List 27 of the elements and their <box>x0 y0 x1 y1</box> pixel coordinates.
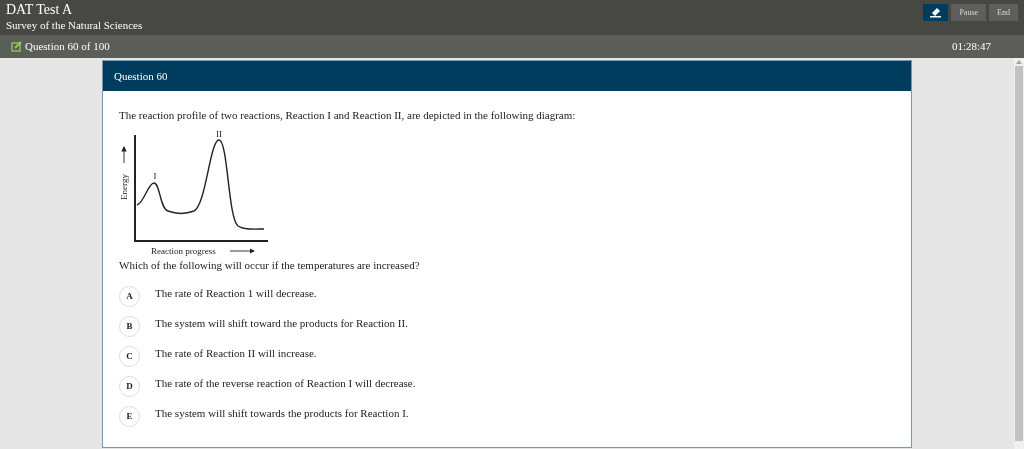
question-counter: Question 60 of 100 <box>25 39 110 55</box>
peak-label: II <box>216 129 222 139</box>
eraser-icon <box>929 7 943 18</box>
highlight-button[interactable] <box>923 4 949 21</box>
exam-subtitle: Survey of the Natural Sciences <box>6 18 143 33</box>
question-heading: Question 60 <box>114 68 168 84</box>
answer-choice[interactable]: C <box>119 346 140 367</box>
question-prompt: Which of the following will occur if the temperatures are increased? <box>119 258 421 272</box>
timer: 01:28:47 <box>951 39 992 55</box>
edit-icon <box>11 41 22 52</box>
scroll-thumb[interactable] <box>1015 66 1023 441</box>
answer-choice[interactable]: B <box>119 316 140 337</box>
answer-choice[interactable]: A <box>119 286 140 307</box>
answer-text: The system will shift towards the products for Reaction I. <box>155 406 409 420</box>
exam-title: DAT Test A <box>6 2 74 18</box>
answer-choice[interactable]: E <box>119 406 140 427</box>
toolbar-button[interactable]: End <box>989 4 1018 21</box>
answer-choice[interactable]: D <box>119 376 140 397</box>
question-text: The reaction profile of two reactions, Reaction I and Reaction II, are depicted in the following diagram: <box>119 108 577 122</box>
answer-text: The system will shift toward the products for Reaction II. <box>155 316 408 330</box>
toolbar-button[interactable]: Pause <box>951 4 987 21</box>
axis-label: Energy <box>119 174 129 200</box>
answer-text: The rate of Reaction 1 will decrease. <box>155 286 317 300</box>
peak-label: I <box>153 171 157 181</box>
answer-text: The rate of Reaction II will increase. <box>155 346 317 360</box>
answer-text: The rate of the reverse reaction of Reaction I will decrease. <box>155 376 416 390</box>
axis-label: Reaction progress <box>151 246 216 256</box>
